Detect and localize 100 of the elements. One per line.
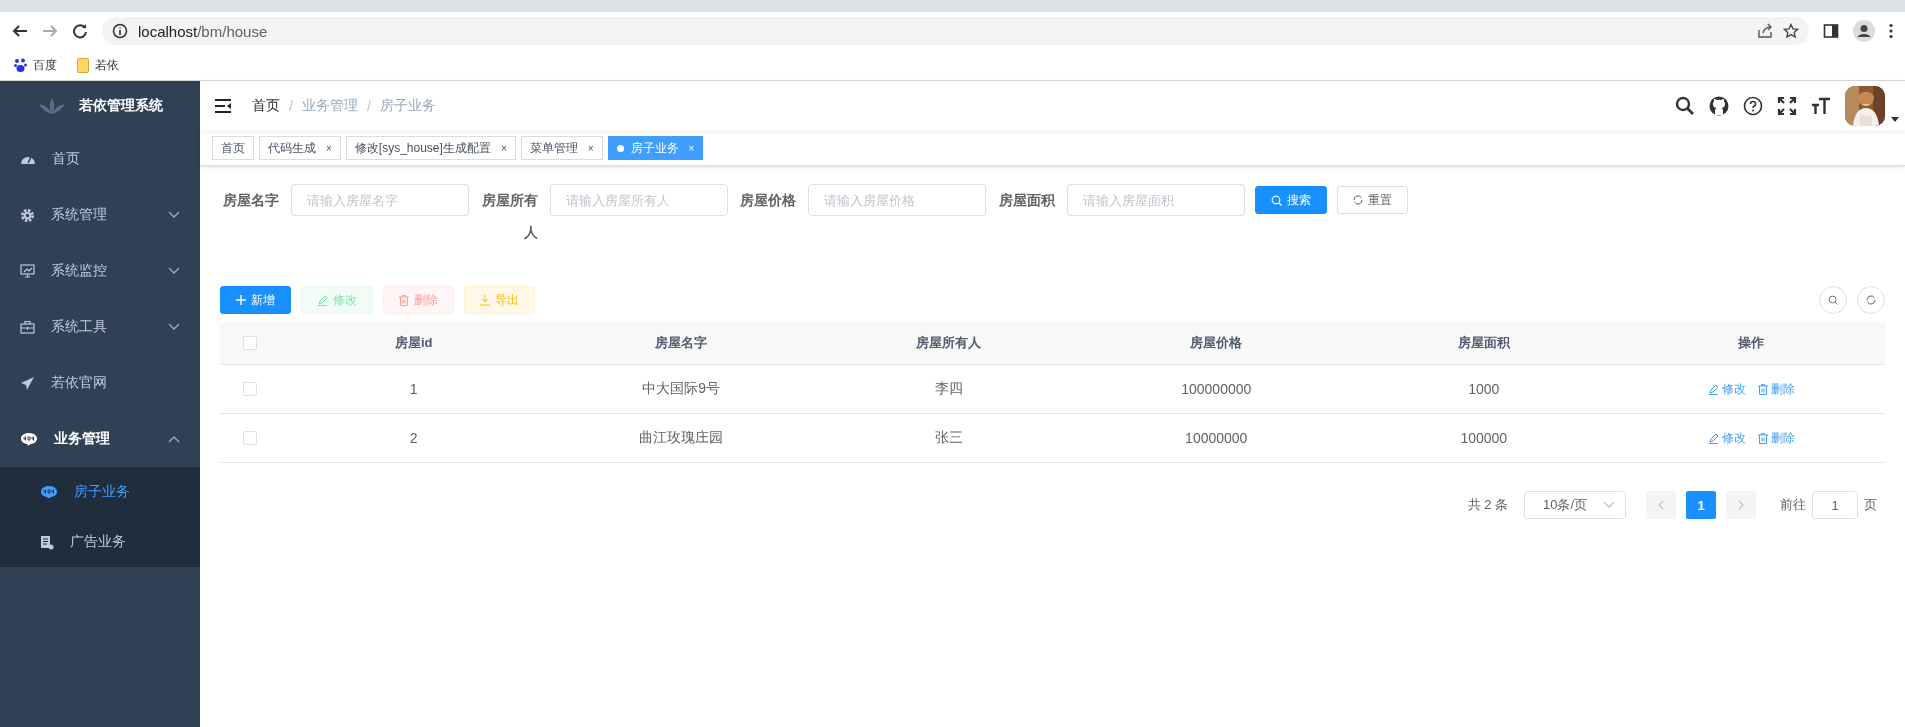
sidebar-group[interactable]: 业务管理 <box>0 411 200 467</box>
sidebar-group[interactable]: 系统工具 <box>0 299 200 355</box>
address-bar[interactable]: localhost/bm/house <box>102 17 1809 45</box>
chevron-icon <box>168 267 180 275</box>
edit-icon <box>1707 432 1719 444</box>
star-icon[interactable] <box>1783 23 1799 39</box>
search-icon <box>1271 194 1283 206</box>
table-cell: 1000 <box>1468 381 1500 397</box>
sidebar-group[interactable]: 系统监控 <box>0 243 200 299</box>
breadcrumb-separator: / <box>366 98 371 114</box>
profile-icon[interactable] <box>1853 20 1875 42</box>
chevron-icon <box>168 435 180 443</box>
menu-fold-icon[interactable] <box>214 98 232 114</box>
github-icon[interactable] <box>1709 96 1729 116</box>
download-icon <box>480 294 490 306</box>
font-size-icon[interactable] <box>1811 96 1831 116</box>
document-icon <box>40 534 54 550</box>
monitor-icon <box>20 264 35 278</box>
column-header: 操作 <box>1738 334 1765 352</box>
page-size-select[interactable]: 10条/页 <box>1524 491 1626 519</box>
refresh-icon <box>1353 195 1364 205</box>
sidebar-item[interactable]: 若依官网 <box>0 355 200 411</box>
bookmark[interactable]: 若依 <box>77 56 119 74</box>
chevron-left-icon <box>1658 500 1664 510</box>
chevron-icon <box>1603 501 1615 509</box>
table-cell: 10000000 <box>1185 430 1248 446</box>
chevron-icon <box>168 323 180 331</box>
chevron-right-icon <box>1738 500 1744 510</box>
edit-icon <box>1707 383 1719 395</box>
goto-label: 前往 <box>1780 496 1806 514</box>
refresh-icon <box>1866 295 1876 305</box>
app-title: 若依管理系统 <box>79 97 163 115</box>
trash-icon <box>1757 383 1768 395</box>
page-input[interactable]: 1 <box>1812 491 1858 519</box>
breadcrumb-item: 房子业务 <box>379 97 436 115</box>
lotus-logo-icon <box>37 97 67 115</box>
page-tab[interactable]: 代码生成 × <box>259 136 341 160</box>
fullscreen-icon[interactable] <box>1777 96 1797 116</box>
active-dot-icon <box>616 144 624 152</box>
field-label: 房屋面积 <box>999 192 1056 208</box>
search-icon <box>1828 295 1838 305</box>
page-tab[interactable]: 修改[sys_house]生成配置 × <box>345 136 516 160</box>
side-panel-icon[interactable] <box>1823 23 1839 39</box>
column-header: 房屋价格 <box>1190 334 1243 352</box>
row-checkbox[interactable] <box>243 382 257 396</box>
plus-icon <box>236 295 246 305</box>
folder-icon <box>77 57 89 73</box>
help-icon[interactable] <box>1743 96 1763 116</box>
page-tab[interactable]: 首页 <box>212 136 254 160</box>
back-icon[interactable] <box>12 23 28 39</box>
input-field[interactable]: 请输入房屋所有人 <box>549 184 728 216</box>
table-cell: 李四 <box>934 380 963 398</box>
table-cell: 2 <box>409 430 418 446</box>
menu-icon[interactable] <box>1889 23 1893 39</box>
table-cell: 张三 <box>934 429 963 447</box>
paper-plane-icon <box>20 375 35 391</box>
select-all-checkbox[interactable] <box>243 336 257 350</box>
close-icon[interactable]: × <box>587 142 594 154</box>
sidebar-subitem[interactable]: 广告业务 <box>0 517 200 567</box>
input-field[interactable]: 请输入房屋面积 <box>1067 184 1246 216</box>
chevron-icon <box>168 211 180 219</box>
table-cell: 1 <box>409 381 418 397</box>
speech-bubble-icon <box>20 432 38 446</box>
goto-suffix: 页 <box>1864 496 1877 514</box>
close-icon[interactable]: × <box>326 142 332 154</box>
column-header: 房屋id <box>394 334 433 352</box>
url-text: localhost/bm/house <box>138 22 268 40</box>
caret-icon[interactable] <box>1891 117 1899 122</box>
search-icon[interactable] <box>1675 96 1695 116</box>
trash-icon <box>399 294 409 306</box>
reload-icon[interactable] <box>72 23 88 39</box>
page-tab[interactable]: 菜单管理 × <box>520 136 603 160</box>
gear-icon <box>20 207 35 223</box>
paw-icon <box>14 58 27 72</box>
search-toggle-button[interactable] <box>1819 286 1847 314</box>
toolbox-icon <box>20 320 35 334</box>
total-count: 共 2 条 <box>1467 496 1508 514</box>
sidebar-group[interactable]: 系统管理 <box>0 187 200 243</box>
table-cell: 曲江玫瑰庄园 <box>639 429 724 447</box>
share-icon[interactable] <box>1757 23 1773 39</box>
input-field[interactable]: 请输入房屋价格 <box>808 184 987 216</box>
field-label: 房屋所有人 <box>481 192 538 240</box>
column-header: 房屋面积 <box>1457 334 1510 352</box>
sidebar-subitem[interactable]: 房子业务 <box>0 467 200 517</box>
bookmark[interactable]: 百度 <box>14 56 57 74</box>
field-label: 房屋价格 <box>740 192 797 208</box>
breadcrumb-item[interactable]: 首页 <box>252 97 280 115</box>
input-field[interactable]: 请输入房屋名字 <box>290 184 469 216</box>
trash-icon <box>1757 432 1768 444</box>
close-icon[interactable]: × <box>500 142 507 154</box>
column-header: 房屋名字 <box>655 334 708 352</box>
edit-icon <box>317 294 328 306</box>
breadcrumb-separator: / <box>289 98 293 114</box>
table-cell: 中大国际9号 <box>642 380 721 398</box>
field-label: 房屋名字 <box>222 192 279 208</box>
table-cell: 100000 <box>1460 430 1508 446</box>
reset-button[interactable]: 重置 <box>1337 186 1409 214</box>
column-header: 房屋所有人 <box>916 334 982 352</box>
row-checkbox[interactable] <box>243 431 257 445</box>
sidebar-item[interactable]: 首页 <box>0 131 200 187</box>
